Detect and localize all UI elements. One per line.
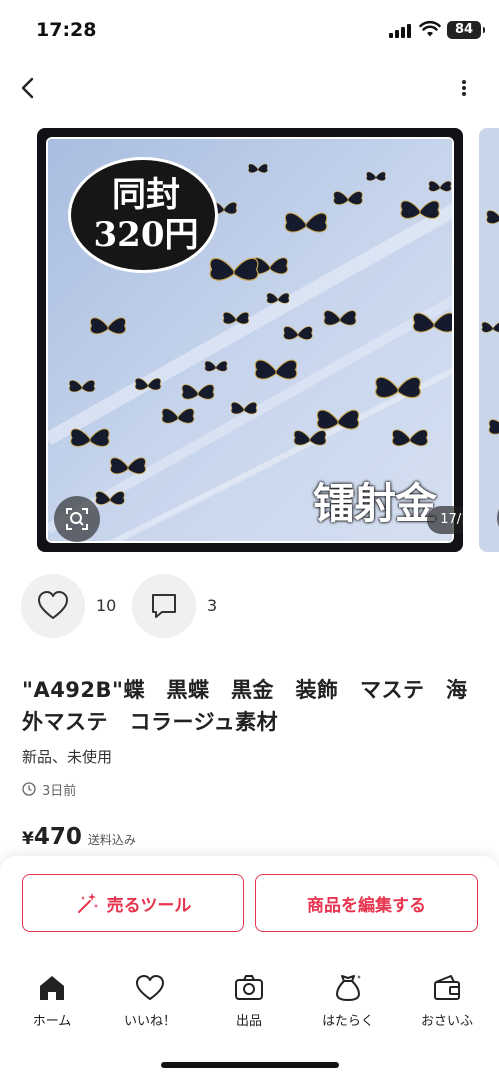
price: ¥470 送料込み — [22, 824, 136, 852]
posted-text: 3日前 — [42, 784, 77, 799]
tab-home[interactable]: ホーム — [7, 972, 97, 1032]
status-bar: 17:28 84 — [0, 0, 499, 60]
comment-count: 3 — [207, 596, 218, 615]
action-panel: 売るツール 商品を編集する — [0, 856, 499, 1080]
tab-label: 出品 — [235, 1014, 262, 1029]
product-photo[interactable]: 同封 320円 镭射金 17/13 — [37, 128, 463, 552]
shipping-stamp: 同封 320円 — [68, 157, 218, 273]
price-symbol: ¥ — [22, 829, 34, 849]
like-button[interactable] — [21, 574, 85, 638]
wallet-icon — [434, 975, 460, 1000]
edit-item-button[interactable]: 商品を編集する — [255, 874, 478, 932]
social-row: 10 3 — [0, 574, 499, 638]
tab-sell[interactable]: 出品 — [204, 972, 294, 1032]
status-time: 17:28 — [36, 19, 97, 41]
shipping-note: 送料込み — [87, 833, 136, 847]
tab-label: ホーム — [32, 1014, 72, 1029]
home-indicator — [161, 1062, 339, 1068]
photo-content: 同封 320円 镭射金 — [46, 137, 454, 543]
battery-indicator: 84 — [447, 21, 485, 39]
tab-label: いいね！ — [123, 1014, 176, 1029]
vertical-dots-icon[interactable] — [452, 74, 476, 102]
comment-button[interactable] — [132, 574, 196, 638]
zoom-scan-icon — [66, 508, 88, 530]
zoom-button[interactable] — [54, 496, 100, 542]
tab-label: おさいふ — [420, 1014, 473, 1029]
item-condition: 新品、未使用 — [22, 748, 113, 766]
chevron-left-icon[interactable] — [14, 74, 42, 102]
image-counter: 17/13 — [427, 506, 463, 534]
camera-icon — [235, 975, 263, 1000]
comment-icon — [152, 594, 176, 618]
tab-bar: ホーム いいね！ 出品 はたらく おさいふ — [0, 972, 499, 1032]
stamp-line2: 320円 — [93, 215, 199, 255]
home-icon — [40, 976, 64, 1000]
tab-work[interactable]: はたらく — [303, 972, 393, 1032]
nav-bar — [0, 64, 499, 112]
sparkle-wand-icon — [77, 893, 98, 913]
price-value: 470 — [33, 824, 82, 850]
like-count: 10 — [96, 596, 117, 615]
tab-wallet[interactable]: おさいふ — [402, 972, 492, 1032]
clock-icon — [22, 782, 36, 796]
photo-caption: 镭射金 — [312, 479, 437, 528]
money-bag-icon — [336, 975, 361, 1001]
next-photo-peek[interactable] — [479, 128, 499, 552]
heart-icon — [38, 591, 68, 619]
image-gallery[interactable]: 同封 320円 镭射金 17/13 — [0, 128, 499, 552]
sell-tool-button[interactable]: 売るツール — [22, 874, 244, 932]
heart-icon — [136, 975, 164, 1000]
stamp-line1: 同封 — [112, 175, 180, 215]
sell-tool-label: 売るツール — [106, 895, 192, 916]
tab-likes[interactable]: いいね！ — [105, 972, 195, 1032]
edit-item-label: 商品を編集する — [307, 895, 426, 916]
tab-label: はたらく — [322, 1014, 374, 1029]
item-title: "A492B"蝶 黒蝶 黒金 装飾 マステ 海外マステ コラージュ素材 — [22, 678, 468, 734]
wifi-icon — [419, 20, 441, 37]
cellular-signal-icon — [389, 22, 415, 38]
